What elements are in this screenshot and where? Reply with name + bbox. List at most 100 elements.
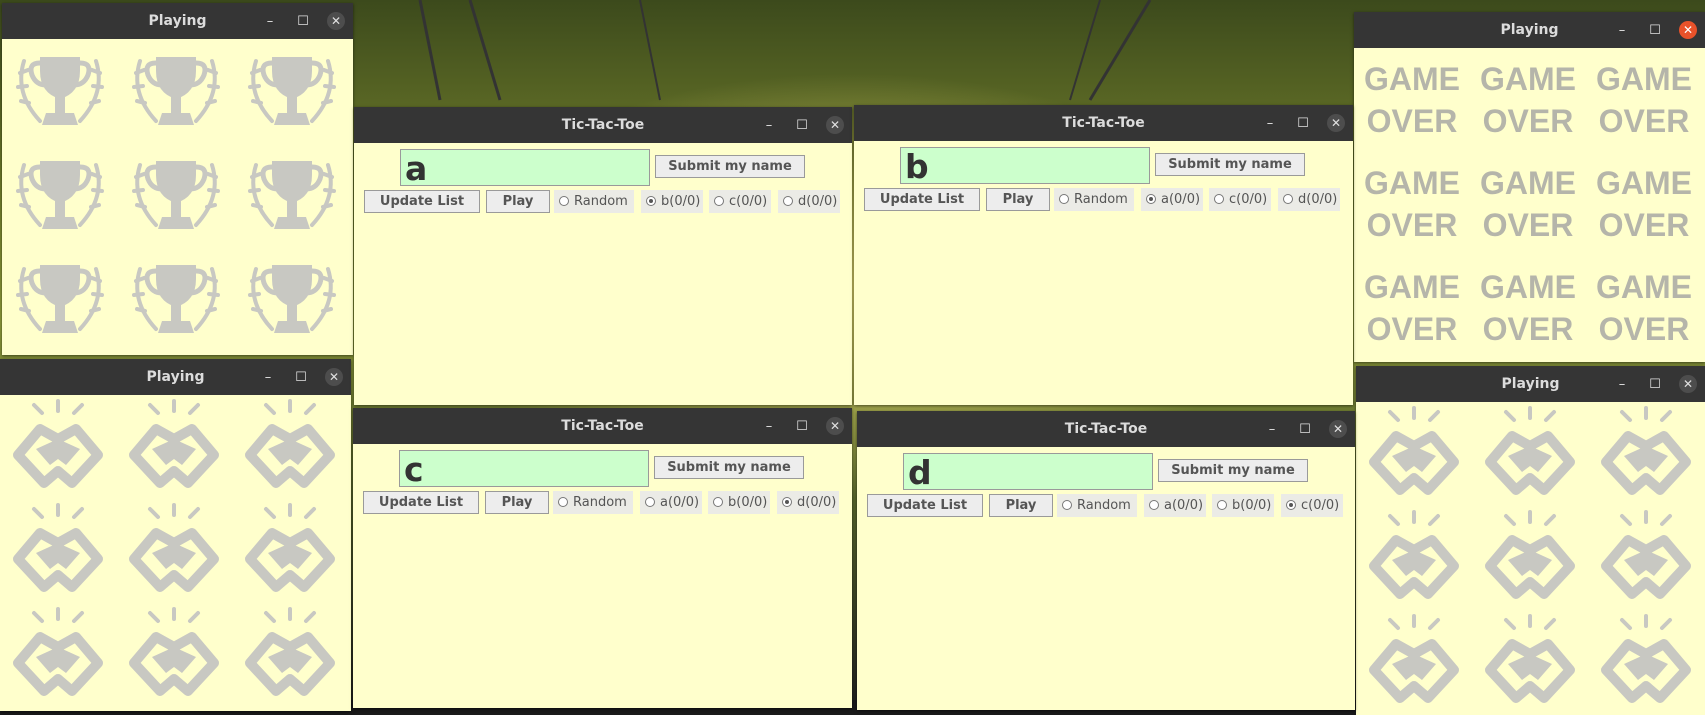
close-icon[interactable]: ✕ (1327, 114, 1345, 132)
maximize-icon[interactable]: ☐ (1646, 375, 1664, 393)
opponent-radio[interactable]: b(0/0) (641, 190, 703, 213)
board-cell[interactable] (232, 395, 348, 499)
minimize-icon[interactable]: – (1261, 114, 1279, 132)
board-cell[interactable] (0, 395, 116, 499)
minimize-icon[interactable]: – (760, 116, 778, 134)
opponent-radio[interactable]: d(0/0) (1278, 188, 1340, 211)
board-cell[interactable] (1472, 610, 1588, 714)
opponent-radio[interactable]: Random (553, 491, 633, 514)
close-icon[interactable]: ✕ (1679, 375, 1697, 393)
name-input[interactable]: b (900, 147, 1150, 185)
board-cell[interactable] (1356, 506, 1472, 610)
close-icon[interactable]: ✕ (325, 368, 343, 386)
opponent-radio[interactable]: a(0/0) (1144, 494, 1206, 517)
maximize-icon[interactable]: ☐ (793, 116, 811, 134)
board-cell[interactable]: GAME OVER (1354, 152, 1470, 256)
tictactoe-window-b: Tic-Tac-Toe – ☐ ✕ b Submit my name Updat… (854, 105, 1353, 405)
maximize-icon[interactable]: ☐ (1294, 114, 1312, 132)
maximize-icon[interactable]: ☐ (793, 417, 811, 435)
close-icon[interactable]: ✕ (1329, 420, 1347, 438)
opponent-radio[interactable]: c(0/0) (709, 190, 771, 213)
board-cell[interactable]: GAME OVER (1586, 256, 1702, 360)
update-list-button[interactable]: Update List (364, 190, 480, 213)
board-cell[interactable]: GAME OVER (1354, 48, 1470, 152)
update-list-button[interactable]: Update List (363, 491, 479, 514)
board-cell[interactable] (116, 395, 232, 499)
board-cell[interactable] (1588, 506, 1704, 610)
board-cell[interactable] (116, 499, 232, 603)
minimize-icon[interactable]: – (261, 12, 279, 30)
opponent-radio[interactable]: b(0/0) (708, 491, 770, 514)
radio-dot-icon (713, 497, 723, 507)
handshake-icon (1369, 510, 1459, 599)
opponent-radio[interactable]: a(0/0) (1141, 188, 1203, 211)
update-list-button[interactable]: Update List (864, 188, 980, 211)
submit-name-button[interactable]: Submit my name (1158, 459, 1308, 482)
board-cell[interactable] (2, 39, 118, 143)
close-icon[interactable]: ✕ (826, 417, 844, 435)
name-input[interactable]: d (903, 453, 1153, 491)
board-cell[interactable] (1472, 402, 1588, 506)
board-cell[interactable]: GAME OVER (1586, 152, 1702, 256)
play-button[interactable]: Play (989, 494, 1053, 517)
play-button[interactable]: Play (485, 491, 549, 514)
minimize-icon[interactable]: – (760, 417, 778, 435)
maximize-icon[interactable]: ☐ (294, 12, 312, 30)
close-icon[interactable]: ✕ (327, 12, 345, 30)
playing-trophy-window: Playing – ☐ ✕ (2, 3, 353, 355)
board-cell[interactable] (1356, 610, 1472, 714)
play-button[interactable]: Play (486, 190, 550, 213)
board-cell[interactable] (1472, 506, 1588, 610)
close-icon[interactable]: ✕ (1679, 21, 1697, 39)
opponent-radio[interactable]: a(0/0) (640, 491, 702, 514)
opponent-radio[interactable]: c(0/0) (1209, 188, 1271, 211)
close-icon[interactable]: ✕ (826, 116, 844, 134)
play-button[interactable]: Play (986, 188, 1050, 211)
minimize-icon[interactable]: – (1613, 375, 1631, 393)
maximize-icon[interactable]: ☐ (1646, 21, 1664, 39)
board-cell[interactable] (2, 143, 118, 247)
opponent-radio[interactable]: d(0/0) (777, 491, 839, 514)
board-cell[interactable] (234, 39, 350, 143)
name-input[interactable]: c (399, 450, 649, 488)
board-cell[interactable]: GAME OVER (1470, 256, 1586, 360)
board-cell[interactable] (234, 143, 350, 247)
opponent-radio[interactable]: Random (1054, 188, 1134, 211)
board-cell[interactable] (116, 603, 232, 707)
minimize-icon[interactable]: – (1613, 21, 1631, 39)
board-cell[interactable] (1356, 402, 1472, 506)
submit-name-button[interactable]: Submit my name (655, 155, 805, 178)
board-cell[interactable] (1588, 402, 1704, 506)
board-cell[interactable] (2, 247, 118, 351)
minimize-icon[interactable]: – (259, 368, 277, 386)
board-cell[interactable] (1588, 610, 1704, 714)
board-cell[interactable]: GAME OVER (1586, 48, 1702, 152)
board-cell[interactable] (234, 247, 350, 351)
board-cell[interactable]: GAME OVER (1470, 152, 1586, 256)
board-cell[interactable]: GAME OVER (1470, 48, 1586, 152)
board-cell[interactable]: GAME OVER (1354, 256, 1470, 360)
handshake-icon (245, 503, 335, 592)
update-list-button[interactable]: Update List (867, 494, 983, 517)
maximize-icon[interactable]: ☐ (1296, 420, 1314, 438)
opponent-radio[interactable]: d(0/0) (778, 190, 840, 213)
opponent-radio[interactable]: Random (554, 190, 634, 213)
trophy-grid (2, 39, 350, 351)
radio-dot-icon (782, 497, 792, 507)
board-cell[interactable] (232, 603, 348, 707)
maximize-icon[interactable]: ☐ (292, 368, 310, 386)
board-cell[interactable] (0, 603, 116, 707)
board-cell[interactable] (0, 499, 116, 603)
opponent-radio[interactable]: c(0/0) (1281, 494, 1343, 517)
minimize-icon[interactable]: – (1263, 420, 1281, 438)
board-cell[interactable] (118, 247, 234, 351)
board-cell[interactable] (118, 39, 234, 143)
opponent-radio[interactable]: b(0/0) (1212, 494, 1274, 517)
handshake-icon (245, 399, 335, 488)
name-input[interactable]: a (400, 149, 650, 187)
board-cell[interactable] (118, 143, 234, 247)
submit-name-button[interactable]: Submit my name (1155, 153, 1305, 176)
submit-name-button[interactable]: Submit my name (654, 456, 804, 479)
board-cell[interactable] (232, 499, 348, 603)
opponent-radio[interactable]: Random (1057, 494, 1137, 517)
